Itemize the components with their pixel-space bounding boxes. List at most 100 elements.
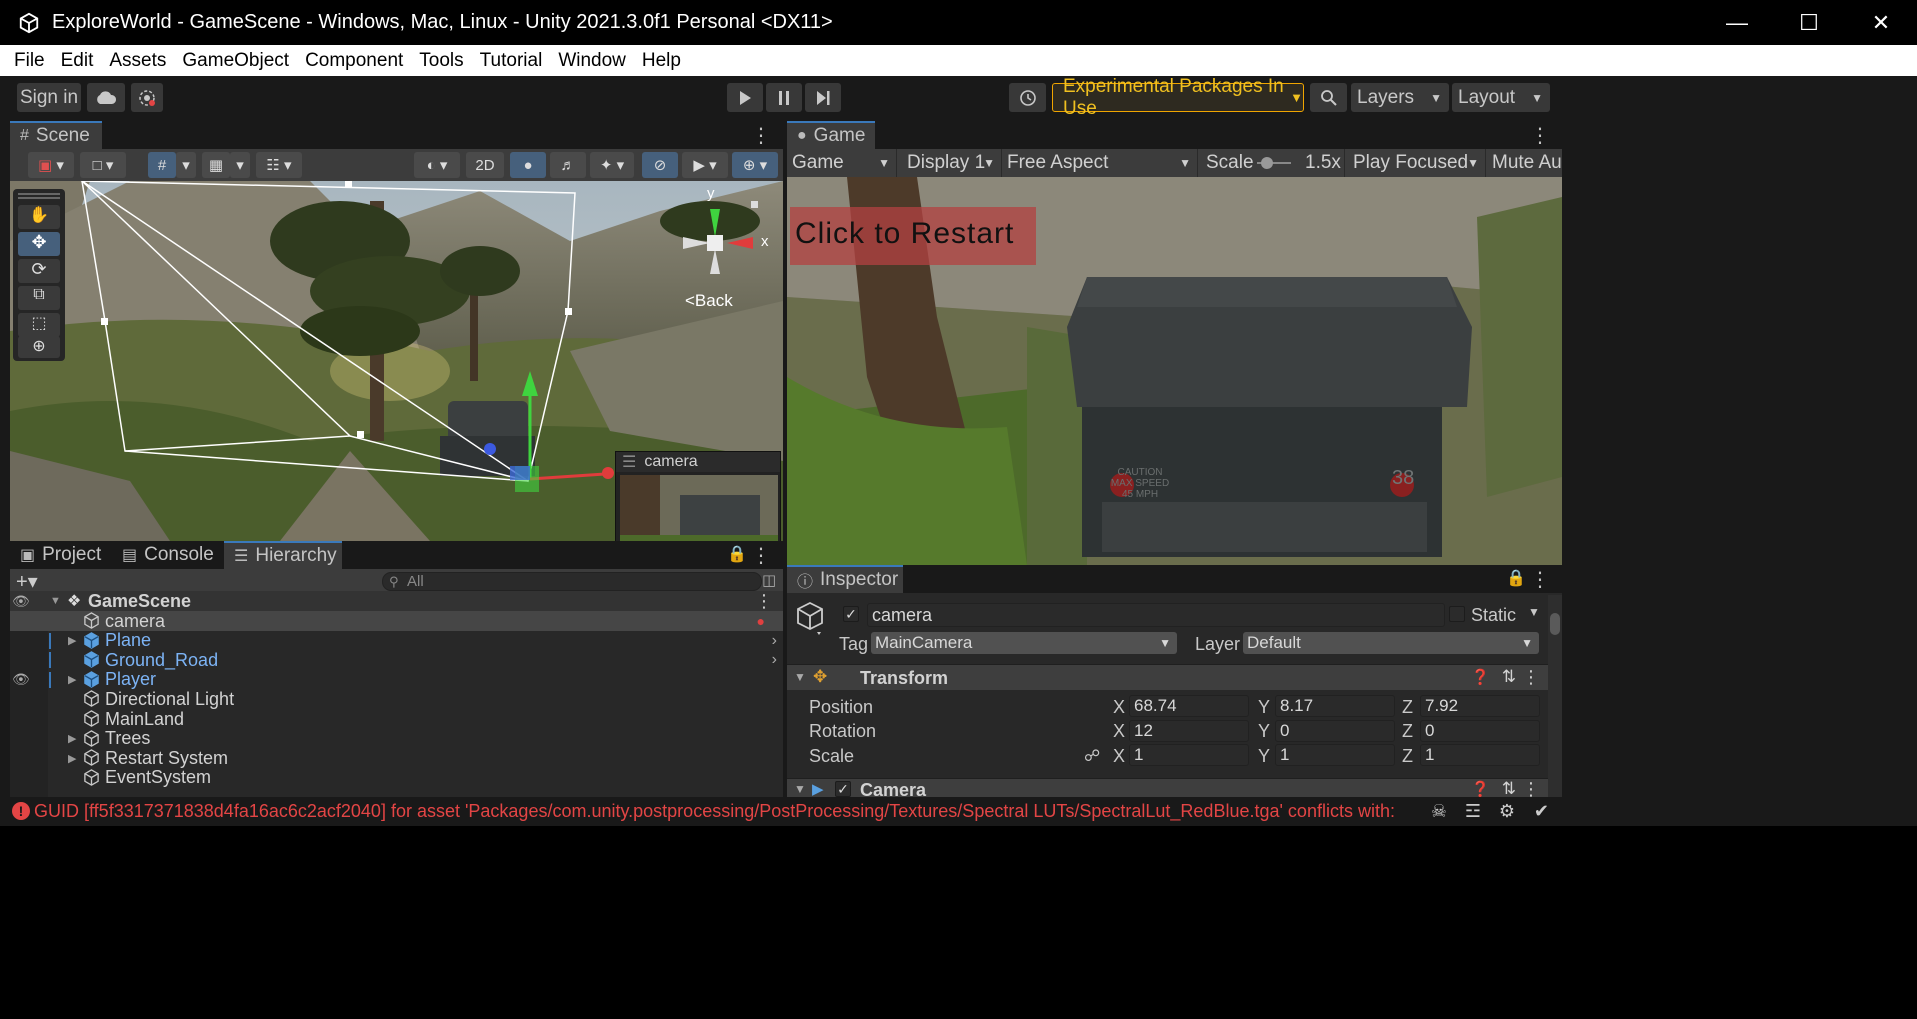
collab-icon[interactable] xyxy=(131,83,163,112)
tab-hierarchy[interactable]: ☰ Hierarchy xyxy=(224,541,342,569)
hidden-objects-icon[interactable]: ⊘ xyxy=(642,152,678,178)
progress-icon[interactable]: ✔ xyxy=(1534,801,1549,822)
camera-component-header[interactable]: ▼ ▶ ✓ Camera ❓ ⇅ ⋮ xyxy=(787,778,1562,797)
rotation-x-field[interactable]: 12 xyxy=(1129,720,1249,742)
close-icon[interactable]: ✕ xyxy=(1845,0,1917,45)
render-mode-dropdown[interactable]: □ ▾ xyxy=(80,152,126,178)
position-x-label[interactable]: X xyxy=(1113,697,1125,718)
inspector-scroll-thumb[interactable] xyxy=(1550,613,1560,635)
shading-mode-dropdown[interactable]: ◐ ▾ xyxy=(414,152,460,178)
scale-tool-icon[interactable]: ⧉ xyxy=(18,286,60,310)
foldout-closed-icon[interactable]: ▶ xyxy=(68,634,76,647)
cache-icon[interactable]: ☲ xyxy=(1465,801,1481,822)
foldout-closed-icon[interactable]: ▶ xyxy=(68,673,76,686)
minimize-icon[interactable]: — xyxy=(1701,0,1773,45)
audio-icon[interactable]: ♬ xyxy=(550,152,586,178)
tab-console[interactable]: ▤ Console xyxy=(112,541,224,569)
more-options-icon[interactable]: ⋮ xyxy=(1530,567,1550,592)
scale-slider[interactable]: Scale 1.5x xyxy=(1201,149,1345,177)
scale-z-label[interactable]: Z xyxy=(1402,746,1413,767)
menu-component[interactable]: Component xyxy=(297,50,411,72)
eye-icon[interactable]: 👁 xyxy=(12,593,30,610)
display-dropdown[interactable]: Display 1 ▼ xyxy=(902,149,1002,177)
camera-enabled-checkbox[interactable]: ✓ xyxy=(835,781,851,797)
rect-tool-icon[interactable]: ⬚ xyxy=(18,313,60,337)
drag-handle-icon[interactable]: ☰ xyxy=(622,452,636,472)
hierarchy-item-restart-system[interactable]: ▶ Restart System xyxy=(10,748,783,768)
drag-handle[interactable] xyxy=(18,193,60,199)
scene-viewport[interactable]: ✋ ✥ ⟳ ⧉ ⬚ ⊕ y x <Back ☰ camera xyxy=(10,181,783,541)
transform-header[interactable]: ▼ ✥ Transform ❓ ⇅ ⋮ xyxy=(787,664,1562,690)
play-mode-dropdown[interactable]: Play Focused ▼ xyxy=(1348,149,1486,177)
inspector-scrollbar[interactable] xyxy=(1548,595,1562,797)
static-checkbox[interactable] xyxy=(1449,606,1465,622)
layer-dropdown[interactable]: Default ▼ xyxy=(1243,632,1539,654)
game-viewport[interactable]: Click to Restart CAUTION MAX SPEED 45 MP… xyxy=(787,177,1562,565)
toggle-2d-button[interactable]: 2D xyxy=(466,152,504,178)
hierarchy-item-trees[interactable]: ▶ Trees xyxy=(10,728,783,749)
menu-tools[interactable]: Tools xyxy=(411,50,471,72)
menu-window[interactable]: Window xyxy=(550,50,634,72)
lock-icon[interactable]: 🔒 xyxy=(727,544,747,564)
chevron-right-icon[interactable]: › xyxy=(772,632,777,650)
camera-settings-dropdown[interactable]: ▶ ▾ xyxy=(682,152,728,178)
bug-icon[interactable]: ⚙ xyxy=(1499,801,1515,822)
foldout-closed-icon[interactable]: ▶ xyxy=(68,732,76,745)
aspect-dropdown[interactable]: Free Aspect ▼ xyxy=(1002,149,1198,177)
object-name-input[interactable]: camera xyxy=(867,603,1445,627)
play-button[interactable] xyxy=(727,83,763,112)
debug-icon[interactable]: ☠ xyxy=(1431,801,1447,822)
eye-icon[interactable]: 👁 xyxy=(12,671,30,688)
hierarchy-item-mainland[interactable]: MainLand xyxy=(10,709,783,729)
hierarchy-item-directional-light[interactable]: Directional Light xyxy=(10,689,783,709)
layout-dropdown[interactable]: Layout ▼ xyxy=(1452,83,1550,112)
tab-inspector[interactable]: ⓘ Inspector xyxy=(787,565,903,593)
scale-x-field[interactable]: 1 xyxy=(1129,744,1249,766)
history-icon[interactable] xyxy=(1009,83,1046,112)
move-tool-icon[interactable]: ✥ xyxy=(18,232,60,256)
preset-icon[interactable]: ⇅ xyxy=(1502,779,1516,797)
position-z-label[interactable]: Z xyxy=(1402,697,1413,718)
gizmos-dropdown[interactable]: ⊕ ▾ xyxy=(732,152,778,178)
lock-icon[interactable]: 🔒 xyxy=(1506,568,1526,588)
experimental-packages-button[interactable]: Experimental Packages In Use ▼ xyxy=(1052,76,1304,119)
tag-dropdown[interactable]: MainCamera ▼ xyxy=(871,632,1177,654)
orientation-gizmo[interactable]: y x xyxy=(675,185,775,289)
rotation-z-label[interactable]: Z xyxy=(1402,721,1413,742)
rotation-x-label[interactable]: X xyxy=(1113,721,1125,742)
help-icon[interactable]: ❓ xyxy=(1471,780,1490,797)
mute-audio-toggle[interactable]: Mute Aud xyxy=(1487,149,1562,177)
menu-gameobject[interactable]: GameObject xyxy=(174,50,297,72)
more-options-icon[interactable]: ⋮ xyxy=(751,543,771,568)
position-y-label[interactable]: Y xyxy=(1258,697,1270,718)
constrain-proportions-icon[interactable]: ☍ xyxy=(1084,746,1100,766)
hierarchy-item-camera[interactable]: camera ● xyxy=(10,611,783,631)
menu-assets[interactable]: Assets xyxy=(101,50,174,72)
game-view-dropdown[interactable]: Game ▼ xyxy=(787,149,897,177)
scale-thumb[interactable] xyxy=(1261,157,1273,169)
chevron-right-icon[interactable]: › xyxy=(772,651,777,669)
chevron-down-icon[interactable]: ▾ xyxy=(230,152,250,178)
sign-in-button[interactable]: Sign in xyxy=(17,83,81,112)
scale-z-field[interactable]: 1 xyxy=(1420,744,1540,766)
active-checkbox[interactable]: ✓ xyxy=(843,606,859,622)
step-button[interactable] xyxy=(805,83,841,112)
scale-y-label[interactable]: Y xyxy=(1258,746,1270,767)
increment-snap-icon[interactable]: ▦ xyxy=(202,152,230,178)
hierarchy-item-eventsystem[interactable]: EventSystem xyxy=(10,767,783,788)
back-view-label[interactable]: <Back xyxy=(685,291,733,311)
more-options-icon[interactable]: ⋮ xyxy=(755,591,773,612)
menu-tutorial[interactable]: Tutorial xyxy=(472,50,551,72)
preset-icon[interactable]: ⇅ xyxy=(1502,667,1516,687)
pause-button[interactable] xyxy=(766,83,802,112)
position-x-field[interactable]: 68.74 xyxy=(1129,695,1249,717)
hierarchy-item-plane[interactable]: ▶ Plane › xyxy=(10,630,783,651)
foldout-open-icon[interactable]: ▼ xyxy=(50,595,61,607)
menu-edit[interactable]: Edit xyxy=(53,50,102,72)
more-options-icon[interactable]: ⋮ xyxy=(1522,779,1540,797)
rotate-tool-icon[interactable]: ⟳ xyxy=(18,259,60,283)
scale-y-field[interactable]: 1 xyxy=(1275,744,1395,766)
maximize-icon[interactable]: ☐ xyxy=(1773,0,1845,45)
search-icon[interactable] xyxy=(1310,83,1347,112)
scale-x-label[interactable]: X xyxy=(1113,746,1125,767)
